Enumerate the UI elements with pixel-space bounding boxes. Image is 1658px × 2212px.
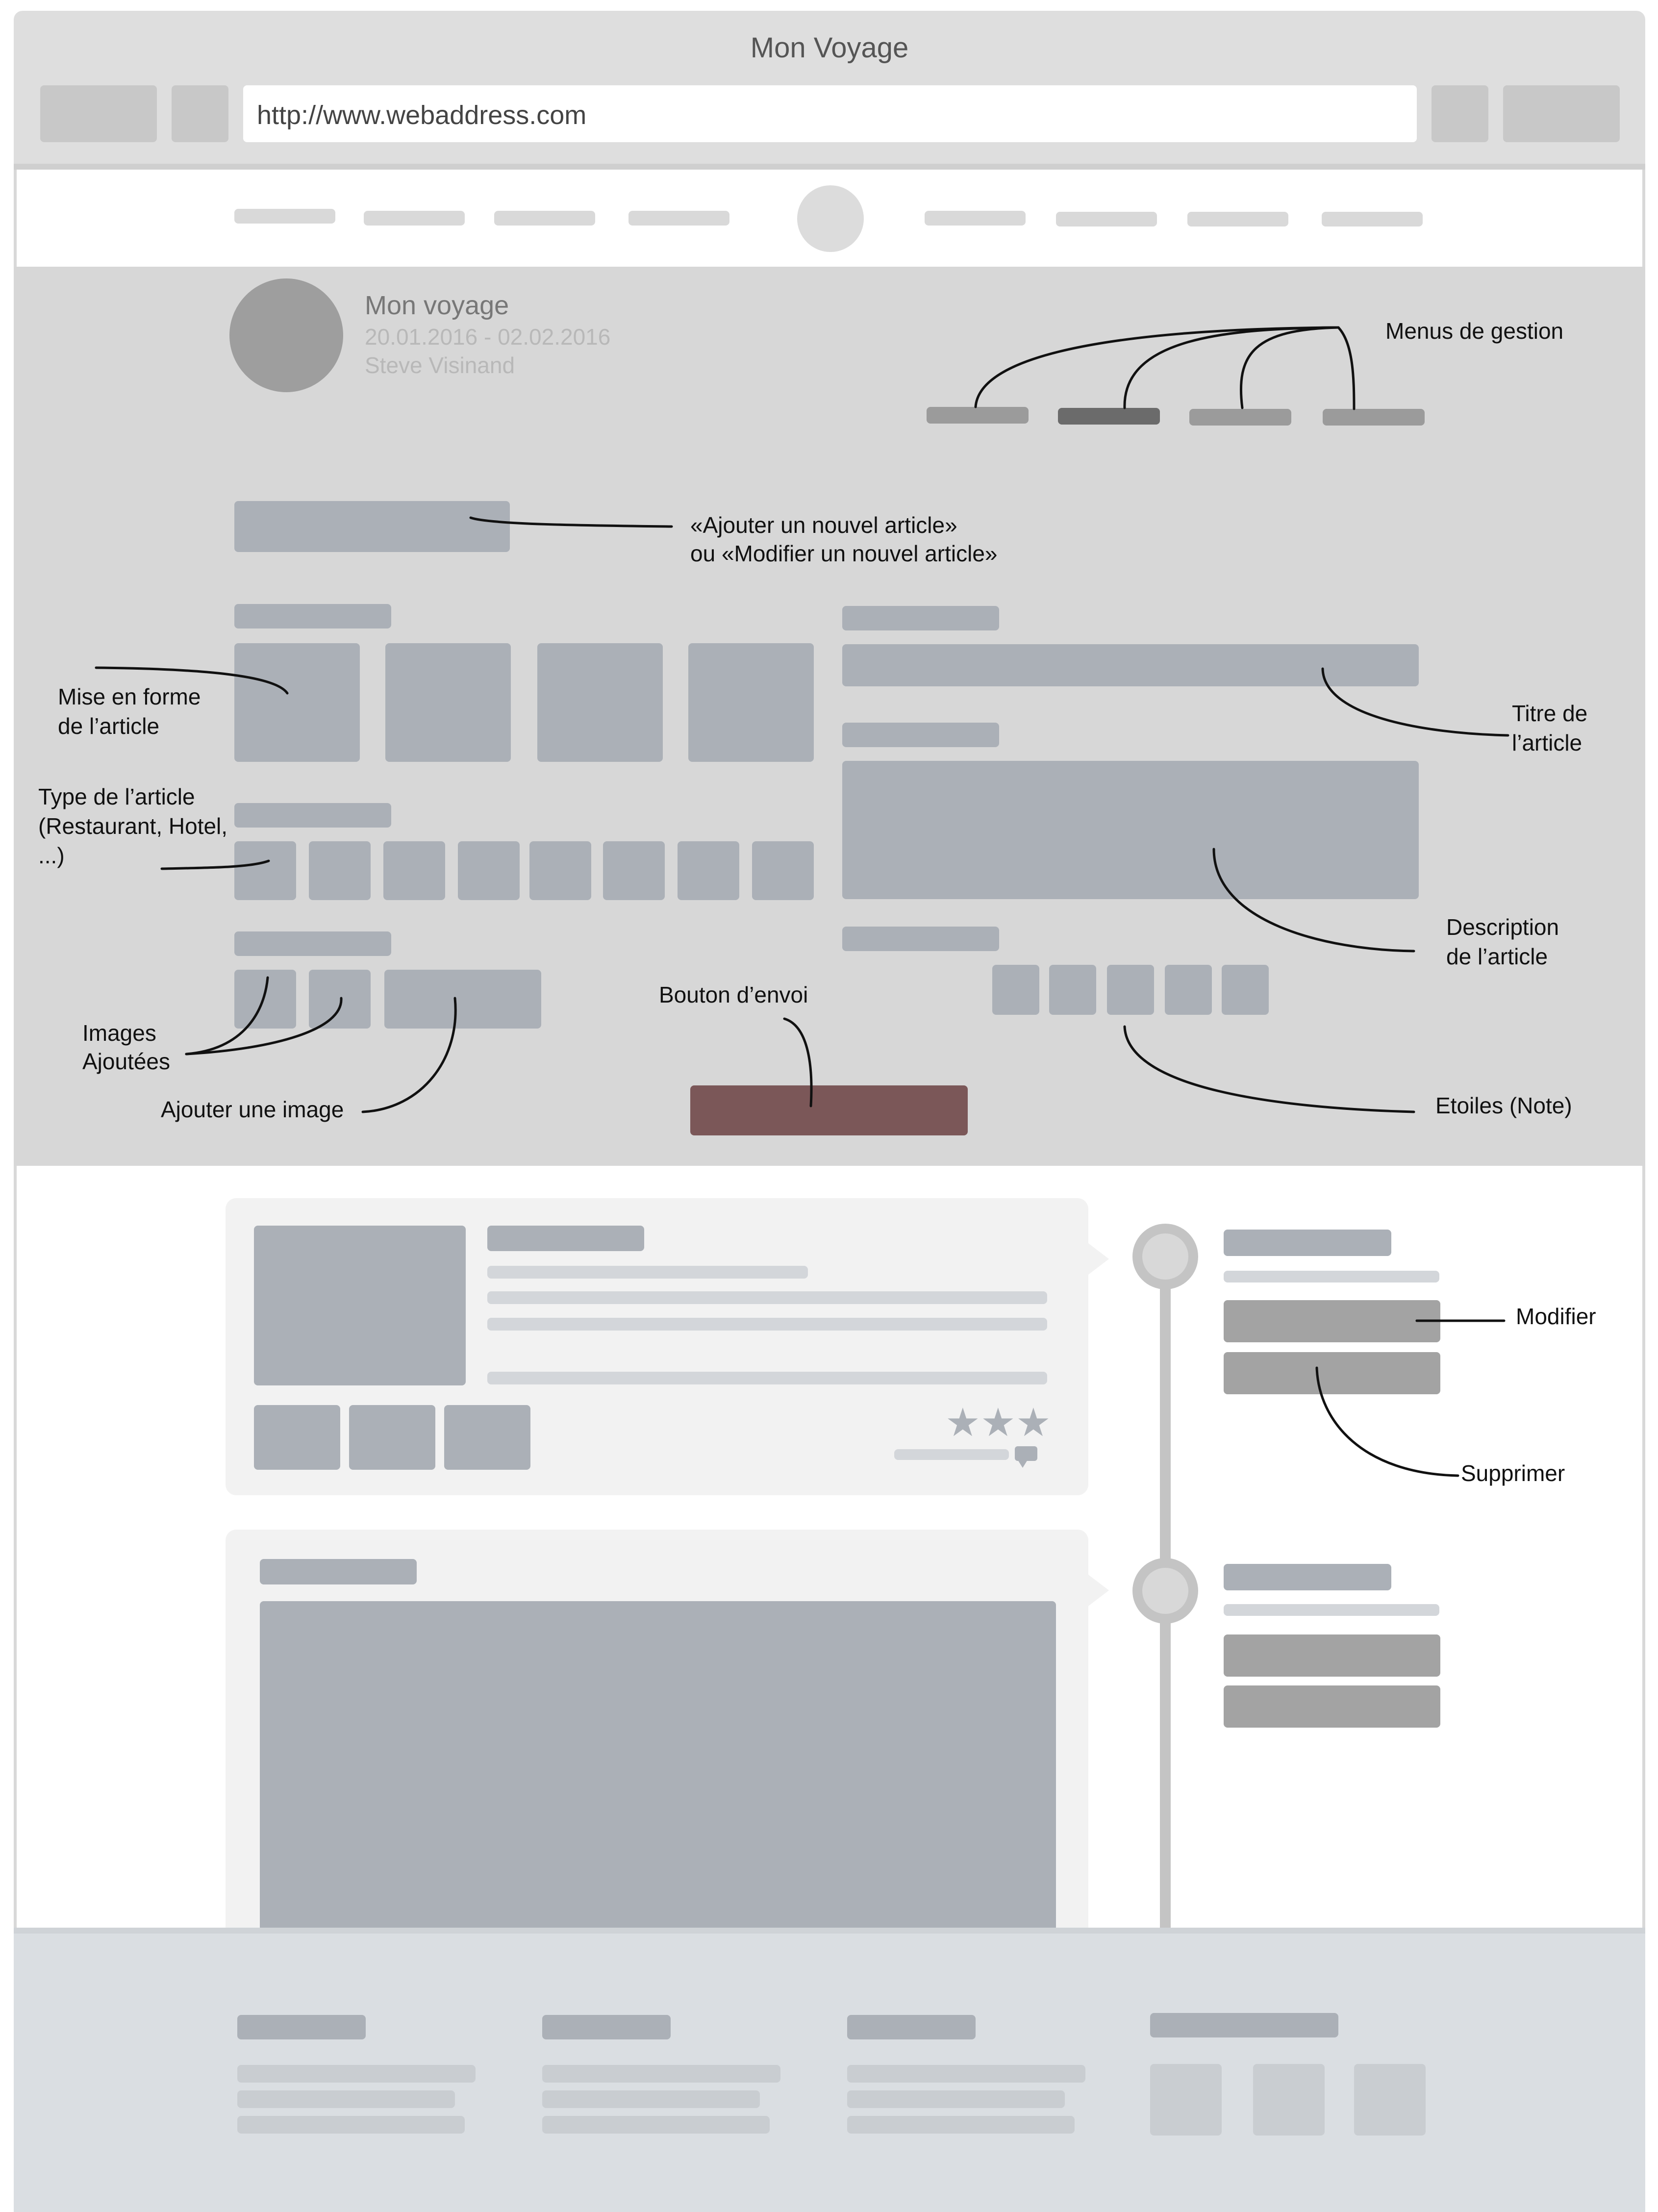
annotation-etoiles: Etoiles (Note) — [1435, 1093, 1572, 1118]
annotation-titre-line1: Titre de — [1512, 701, 1588, 726]
annotation-images-line1: Images — [82, 1020, 156, 1046]
annotation-ajouter-line1: «Ajouter un nouvel article» — [690, 512, 957, 538]
annotation-type-line2: (Restaurant, Hotel, — [38, 813, 228, 839]
annotation-images-line2: Ajoutées — [82, 1049, 171, 1074]
annotation-titre-line2: l’article — [1512, 730, 1583, 755]
annotation-description-line1: Description — [1446, 914, 1559, 940]
annotation-modifier: Modifier — [1516, 1304, 1596, 1329]
annotation-description-line2: de l’article — [1446, 944, 1548, 969]
annotation-type-line1: Type de l’article — [38, 784, 195, 809]
annotation-type-line3: ...) — [38, 843, 65, 868]
annotation-mise-en-forme-line1: Mise en forme — [58, 684, 201, 709]
annotation-menus-gestion: Menus de gestion — [1385, 318, 1564, 344]
annotation-mise-en-forme-line2: de l’article — [58, 713, 160, 739]
annotation-bouton-envoi: Bouton d’envoi — [659, 982, 808, 1007]
annotation-ajouter-line2: ou «Modifier un nouvel article» — [690, 541, 998, 566]
annotation-supprimer: Supprimer — [1461, 1460, 1565, 1486]
annotation-ajouter-image: Ajouter une image — [161, 1097, 344, 1122]
